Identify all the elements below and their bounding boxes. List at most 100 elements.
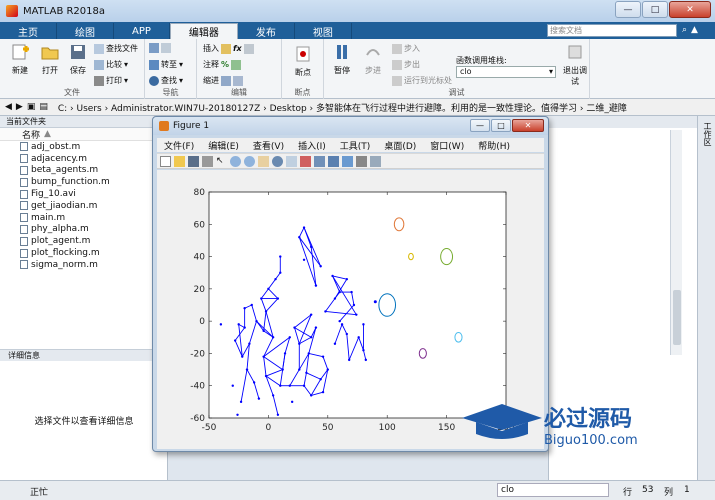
- data-cursor-icon[interactable]: [286, 155, 297, 167]
- editor-scrollbar[interactable]: [670, 130, 682, 355]
- step-icon: [366, 49, 380, 56]
- tab-view[interactable]: 视图: [295, 23, 352, 39]
- file-item[interactable]: adj_obst.m: [0, 141, 167, 153]
- watermark-logo-icon: 必过源码 Biguo100.com: [462, 404, 638, 448]
- brush-icon[interactable]: [300, 155, 311, 167]
- open-button[interactable]: 打开: [36, 43, 64, 76]
- menu-tools[interactable]: 工具(T): [333, 138, 378, 152]
- tab-home[interactable]: 主页: [0, 23, 57, 39]
- tab-plots[interactable]: 绘图: [57, 23, 114, 39]
- insert-button[interactable]: 插入 fx: [203, 43, 254, 54]
- outdent-icon: [233, 75, 243, 86]
- pointer-icon[interactable]: ↖: [216, 156, 227, 167]
- comment-button[interactable]: 注释%: [203, 59, 242, 70]
- figure-close-button[interactable]: ✕: [512, 119, 544, 132]
- workspace-tab[interactable]: 工作区: [702, 122, 713, 146]
- search-icon[interactable]: ⌕: [682, 25, 687, 35]
- agent-point: [309, 336, 313, 339]
- new-figure-icon[interactable]: [160, 155, 171, 167]
- file-name: main.m: [31, 212, 66, 223]
- menu-edit[interactable]: 编辑(E): [201, 138, 246, 152]
- figure-maximize-button[interactable]: □: [491, 119, 511, 132]
- close-button[interactable]: ✕: [669, 1, 711, 18]
- find-button[interactable]: 查找 ▾: [149, 75, 183, 86]
- colorbar-icon[interactable]: [328, 155, 339, 167]
- link-plot-icon[interactable]: [314, 155, 325, 167]
- rotate-icon[interactable]: [272, 155, 283, 167]
- tab-editor[interactable]: 编辑器: [169, 23, 238, 39]
- file-icon: [20, 213, 28, 223]
- file-item[interactable]: get_jiaodian.m: [0, 200, 167, 212]
- file-item[interactable]: sigma_norm.m: [0, 259, 167, 271]
- new-button[interactable]: 新建: [6, 43, 34, 76]
- zoom-out-icon[interactable]: [244, 155, 255, 167]
- menu-file[interactable]: 文件(F): [157, 138, 201, 152]
- back-arrow-icon[interactable]: ◀: [5, 102, 12, 112]
- agent-point: [281, 368, 284, 371]
- address-bar: ◀ ▶ ▣ ▤ C: › Users › Administrator.WIN7U…: [0, 99, 715, 116]
- agent-point: [309, 245, 313, 249]
- step-in-button[interactable]: 步入: [392, 43, 420, 54]
- legend-icon[interactable]: [342, 155, 353, 167]
- file-item[interactable]: plot_agent.m: [0, 235, 167, 247]
- menu-window[interactable]: 窗口(W): [423, 138, 471, 152]
- quit-debug-button[interactable]: 退出调试: [562, 43, 588, 87]
- scrollbar-thumb[interactable]: [673, 290, 681, 345]
- maximize-button[interactable]: □: [642, 1, 668, 18]
- indent-button[interactable]: 缩进: [203, 75, 243, 86]
- path-text[interactable]: C: › Users › Administrator.WIN7U-2018012…: [58, 101, 658, 114]
- file-item[interactable]: phy_alpha.m: [0, 224, 167, 236]
- print-button[interactable]: 打印 ▾: [94, 75, 128, 86]
- file-item[interactable]: adjacency.m: [0, 153, 167, 165]
- save-button[interactable]: 保存: [64, 43, 92, 76]
- file-item[interactable]: beta_agents.m: [0, 165, 167, 177]
- minimize-button[interactable]: —: [615, 1, 641, 18]
- back-forward-buttons[interactable]: [149, 43, 171, 53]
- run-to-cursor-button[interactable]: 运行到光标处: [392, 75, 452, 86]
- zoom-in-icon[interactable]: [230, 155, 241, 167]
- agent-point: [319, 265, 322, 268]
- figure-title-bar[interactable]: Figure 1 — □ ✕: [153, 117, 548, 135]
- save-figure-icon[interactable]: [188, 155, 199, 167]
- file-name: adj_obst.m: [31, 141, 81, 152]
- agent-point: [333, 342, 337, 345]
- agent-point: [319, 378, 322, 381]
- find-files-button[interactable]: 查找文件: [94, 43, 138, 54]
- tab-apps[interactable]: APP: [114, 23, 170, 39]
- agent-point: [309, 394, 313, 397]
- figure-minimize-button[interactable]: —: [470, 119, 490, 132]
- goto-button[interactable]: 转至 ▾: [149, 59, 183, 70]
- step-out-button[interactable]: 步出: [392, 59, 420, 70]
- notifications-icon[interactable]: ▲: [691, 25, 698, 35]
- compare-button[interactable]: 比较 ▾: [94, 59, 128, 70]
- file-item[interactable]: Fig_10.avi: [0, 188, 167, 200]
- stack-combo[interactable]: clo ▾: [456, 66, 556, 78]
- name-column-header[interactable]: 名称 ▲: [0, 128, 167, 141]
- menu-desktop[interactable]: 桌面(D): [377, 138, 423, 152]
- step-button[interactable]: 步进: [360, 43, 386, 76]
- file-item[interactable]: plot_flocking.m: [0, 247, 167, 259]
- pan-icon[interactable]: [258, 155, 269, 167]
- pause-button[interactable]: 暂停: [328, 43, 356, 76]
- file-item[interactable]: bump_function.m: [0, 176, 167, 188]
- forward-arrow-icon[interactable]: ▶: [16, 102, 23, 112]
- y-tick-label: 60: [194, 220, 206, 230]
- print-figure-icon[interactable]: [202, 155, 213, 167]
- file-name: plot_flocking.m: [31, 248, 100, 259]
- open-icon[interactable]: [174, 155, 185, 167]
- hide-tools-icon[interactable]: [356, 155, 367, 167]
- breakpoints-button[interactable]: 断点: [290, 45, 316, 78]
- menu-view[interactable]: 查看(V): [246, 138, 291, 152]
- x-tick-label: 100: [379, 423, 396, 433]
- tab-publish[interactable]: 发布: [238, 23, 295, 39]
- menu-help[interactable]: 帮助(H): [471, 138, 517, 152]
- folder-up-icon[interactable]: ▣: [27, 102, 36, 112]
- agent-point: [293, 326, 296, 329]
- agent-point: [314, 284, 318, 287]
- search-docs-input[interactable]: 搜索文档: [547, 24, 677, 37]
- file-item[interactable]: main.m: [0, 212, 167, 224]
- menu-insert[interactable]: 插入(I): [291, 138, 333, 152]
- show-tools-icon[interactable]: [370, 155, 381, 167]
- figure-toolbar: ↖: [157, 153, 544, 169]
- browse-folder-icon[interactable]: ▤: [39, 102, 48, 112]
